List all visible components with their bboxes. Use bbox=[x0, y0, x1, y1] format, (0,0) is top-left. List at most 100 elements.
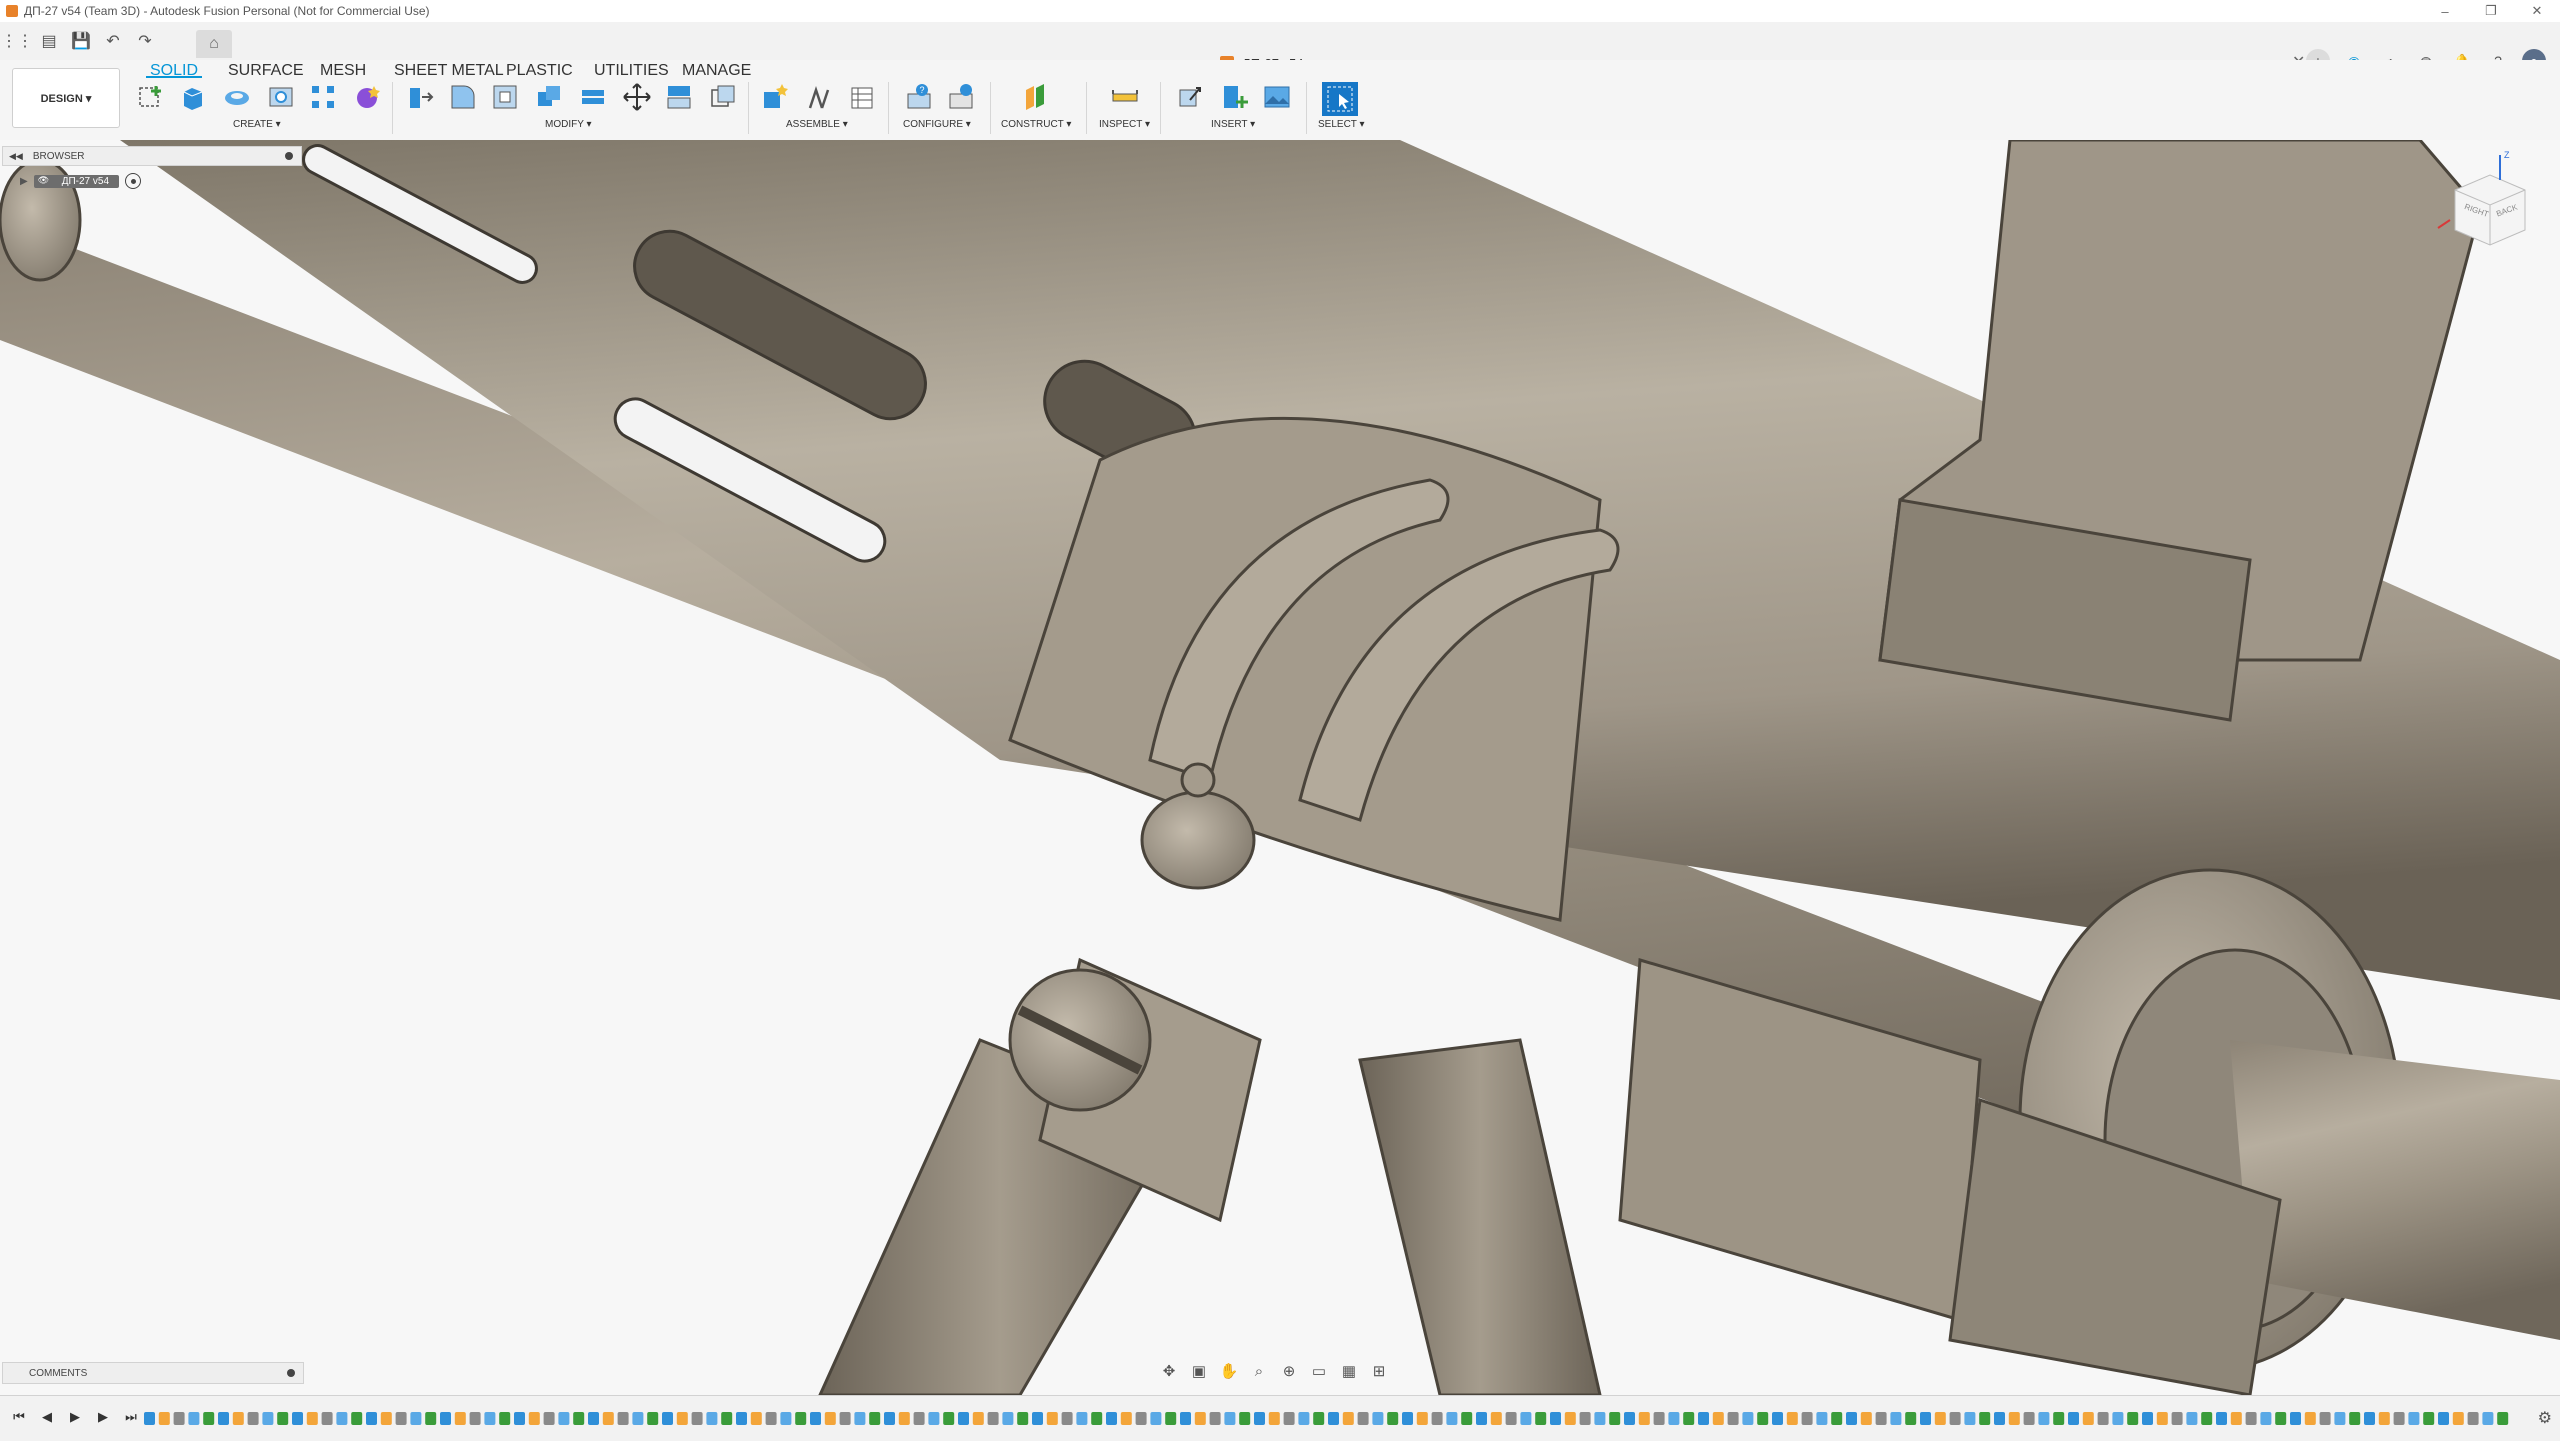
timeline-feature-icon[interactable] bbox=[1505, 1412, 1517, 1425]
timeline-feature-icon[interactable] bbox=[321, 1412, 333, 1425]
grid-menu-icon[interactable]: ⋮⋮ bbox=[1, 30, 33, 52]
go-to-end-icon[interactable]: ⏭ bbox=[122, 1406, 140, 1428]
timeline-feature-icon[interactable] bbox=[2201, 1412, 2213, 1425]
combine-icon[interactable] bbox=[534, 82, 564, 112]
timeline-feature-icon[interactable] bbox=[1609, 1412, 1621, 1425]
split-body-icon[interactable] bbox=[578, 82, 608, 112]
restore-icon[interactable]: ❐ bbox=[2468, 0, 2514, 22]
press-pull-icon[interactable] bbox=[404, 82, 434, 112]
tab-sheet-metal[interactable]: SHEET METAL bbox=[394, 62, 504, 80]
extrude-icon[interactable] bbox=[178, 82, 208, 112]
timeline-feature-icon[interactable] bbox=[528, 1412, 540, 1425]
group-configure[interactable]: CONFIGURE ▾ bbox=[903, 119, 971, 130]
timeline-feature-icon[interactable] bbox=[2290, 1412, 2301, 1425]
expand-icon[interactable]: ▶ bbox=[20, 176, 28, 187]
timeline-feature-icon[interactable] bbox=[2423, 1412, 2435, 1425]
timeline-feature-icon[interactable] bbox=[1550, 1412, 1561, 1425]
timeline-feature-icon[interactable] bbox=[262, 1412, 274, 1425]
bom-table-icon[interactable] bbox=[846, 82, 876, 112]
timeline-feature-icon[interactable] bbox=[2275, 1412, 2287, 1425]
model-render[interactable] bbox=[0, 140, 2560, 1395]
timeline-feature-icon[interactable] bbox=[1283, 1412, 1295, 1425]
home-icon[interactable]: ⌂ bbox=[196, 30, 232, 58]
timeline-feature-icon[interactable] bbox=[2156, 1412, 2168, 1425]
timeline-feature-icon[interactable] bbox=[1831, 1412, 1843, 1425]
timeline-feature-icon[interactable] bbox=[366, 1412, 377, 1425]
timeline-feature-icon[interactable] bbox=[647, 1412, 659, 1425]
timeline-feature-icon[interactable] bbox=[1328, 1412, 1339, 1425]
file-icon[interactable]: ▤ bbox=[38, 30, 60, 52]
timeline-feature-icon[interactable] bbox=[1446, 1412, 1458, 1425]
timeline-feature-icon[interactable] bbox=[1920, 1412, 1931, 1425]
pan-icon[interactable]: ✋ bbox=[1218, 1360, 1240, 1382]
timeline-feature-icon[interactable] bbox=[780, 1412, 792, 1425]
timeline-feature-icon[interactable] bbox=[2171, 1412, 2183, 1425]
configure-table-icon[interactable]: ? bbox=[904, 82, 934, 112]
tab-solid[interactable]: SOLID bbox=[145, 62, 203, 80]
timeline-feature-icon[interactable] bbox=[1387, 1412, 1399, 1425]
timeline-feature-icon[interactable] bbox=[2127, 1412, 2139, 1425]
activate-icon[interactable] bbox=[125, 173, 142, 189]
create-sketch-icon[interactable] bbox=[136, 82, 166, 112]
timeline-feature-icon[interactable] bbox=[573, 1412, 585, 1425]
group-select[interactable]: SELECT ▾ bbox=[1318, 119, 1365, 130]
timeline-feature-icon[interactable] bbox=[1416, 1412, 1428, 1425]
timeline-feature-icon[interactable] bbox=[1357, 1412, 1369, 1425]
timeline-feature-icon[interactable] bbox=[928, 1412, 940, 1425]
timeline-feature-icon[interactable] bbox=[232, 1412, 244, 1425]
timeline-feature-icon[interactable] bbox=[706, 1412, 718, 1425]
grid-icon[interactable]: ▦ bbox=[1338, 1360, 1360, 1382]
timeline-feature-icon[interactable] bbox=[810, 1412, 821, 1425]
timeline-feature-icon[interactable] bbox=[277, 1412, 289, 1425]
new-component-icon[interactable] bbox=[760, 82, 790, 112]
hole-icon[interactable] bbox=[266, 82, 296, 112]
timeline-feature-icon[interactable] bbox=[2008, 1412, 2020, 1425]
joint-icon[interactable] bbox=[804, 82, 834, 112]
browser-root-node[interactable]: ▶ ДП-27 v54 bbox=[2, 172, 302, 190]
tab-surface[interactable]: SURFACE bbox=[228, 62, 304, 80]
undo-icon[interactable]: ↶ bbox=[102, 30, 124, 52]
timeline-feature-icon[interactable] bbox=[2334, 1412, 2346, 1425]
timeline-feature-icon[interactable] bbox=[1698, 1412, 1709, 1425]
group-assemble[interactable]: ASSEMBLE ▾ bbox=[786, 119, 848, 130]
timeline-feature-icon[interactable] bbox=[380, 1412, 392, 1425]
pin-icon[interactable] bbox=[287, 1369, 295, 1377]
viewports-icon[interactable]: ⊞ bbox=[1368, 1360, 1390, 1382]
tab-plastic[interactable]: PLASTIC bbox=[506, 62, 573, 80]
timeline-feature-icon[interactable] bbox=[440, 1412, 451, 1425]
timeline-feature-icon[interactable] bbox=[1150, 1412, 1162, 1425]
3d-viewport[interactable]: RIGHT BACK Z bbox=[0, 140, 2560, 1395]
timeline-feature-icon[interactable] bbox=[2068, 1412, 2079, 1425]
timeline-feature-icon[interactable] bbox=[795, 1412, 807, 1425]
timeline-feature-icon[interactable] bbox=[943, 1412, 955, 1425]
zoom-icon[interactable]: ⌕ bbox=[1248, 1360, 1270, 1382]
timeline-feature-icon[interactable] bbox=[1298, 1412, 1310, 1425]
timeline-feature-icon[interactable] bbox=[2364, 1412, 2375, 1425]
timeline-feature-icon[interactable] bbox=[144, 1412, 155, 1425]
measure-icon[interactable] bbox=[1110, 82, 1140, 112]
timeline-feature-icon[interactable] bbox=[824, 1412, 836, 1425]
timeline-feature-icon[interactable] bbox=[1846, 1412, 1857, 1425]
timeline-feature-icon[interactable] bbox=[972, 1412, 984, 1425]
timeline-feature-icon[interactable] bbox=[1402, 1412, 1413, 1425]
timeline-feature-icon[interactable] bbox=[336, 1412, 348, 1425]
timeline-feature-icon[interactable] bbox=[632, 1412, 644, 1425]
timeline-feature-icon[interactable] bbox=[2438, 1412, 2449, 1425]
timeline-feature-icon[interactable] bbox=[588, 1412, 599, 1425]
workspace-switcher[interactable]: DESIGN ▾ bbox=[12, 68, 120, 128]
timeline-feature-icon[interactable] bbox=[1772, 1412, 1783, 1425]
group-modify[interactable]: MODIFY ▾ bbox=[545, 119, 592, 130]
timeline-feature-icon[interactable] bbox=[2038, 1412, 2050, 1425]
timeline-feature-icon[interactable] bbox=[1209, 1412, 1221, 1425]
viewcube[interactable]: RIGHT BACK Z bbox=[2430, 150, 2540, 260]
close-icon[interactable]: ✕ bbox=[2514, 0, 2560, 22]
timeline-feature-icon[interactable] bbox=[1624, 1412, 1635, 1425]
group-construct[interactable]: CONSTRUCT ▾ bbox=[1001, 119, 1071, 130]
timeline-feature-icon[interactable] bbox=[1076, 1412, 1088, 1425]
timeline-feature-icon[interactable] bbox=[247, 1412, 259, 1425]
timeline-feature-icon[interactable] bbox=[1002, 1412, 1014, 1425]
timeline-feature-icon[interactable] bbox=[1120, 1412, 1132, 1425]
timeline-feature-icon[interactable] bbox=[558, 1412, 570, 1425]
timeline-feature-icon[interactable] bbox=[1934, 1412, 1946, 1425]
timeline-feature-icon[interactable] bbox=[1135, 1412, 1147, 1425]
